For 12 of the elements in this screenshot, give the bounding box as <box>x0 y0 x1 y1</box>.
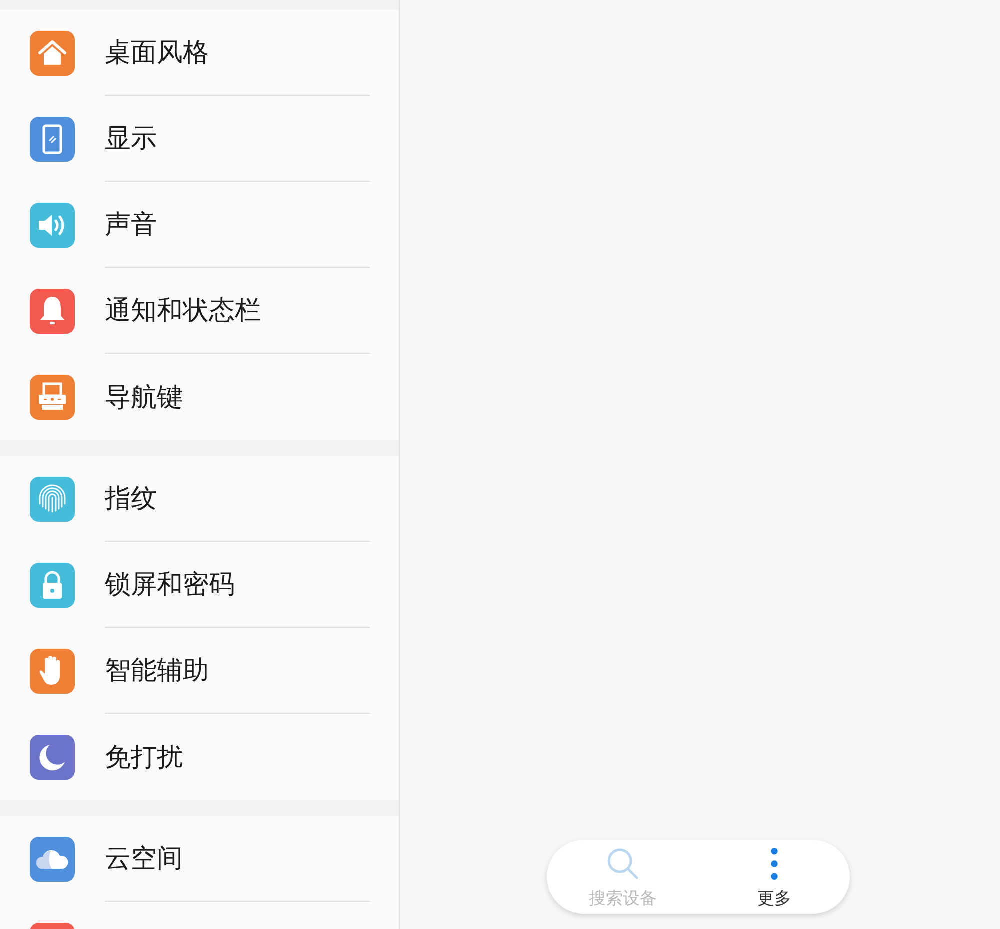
setting-item[interactable]: 免打扰 <box>105 740 183 774</box>
setting-item[interactable]: 指纹 <box>105 481 157 516</box>
setting-item[interactable]: 云空间 <box>105 841 183 876</box>
setting-item[interactable]: 桌面风格 <box>105 35 209 70</box>
setting-item[interactable]: 通知和状态栏 <box>105 293 261 328</box>
setting-item[interactable]: 智能辅助 <box>105 653 209 688</box>
more-button[interactable]: 更多 <box>698 840 850 914</box>
setting-item[interactable]: 声音 <box>105 207 157 242</box>
setting-item[interactable]: 锁屏和密码 <box>105 567 235 602</box>
setting-item[interactable]: 导航键 <box>105 380 183 414</box>
more-icon <box>770 848 778 880</box>
setting-item[interactable]: 显示 <box>105 121 157 156</box>
